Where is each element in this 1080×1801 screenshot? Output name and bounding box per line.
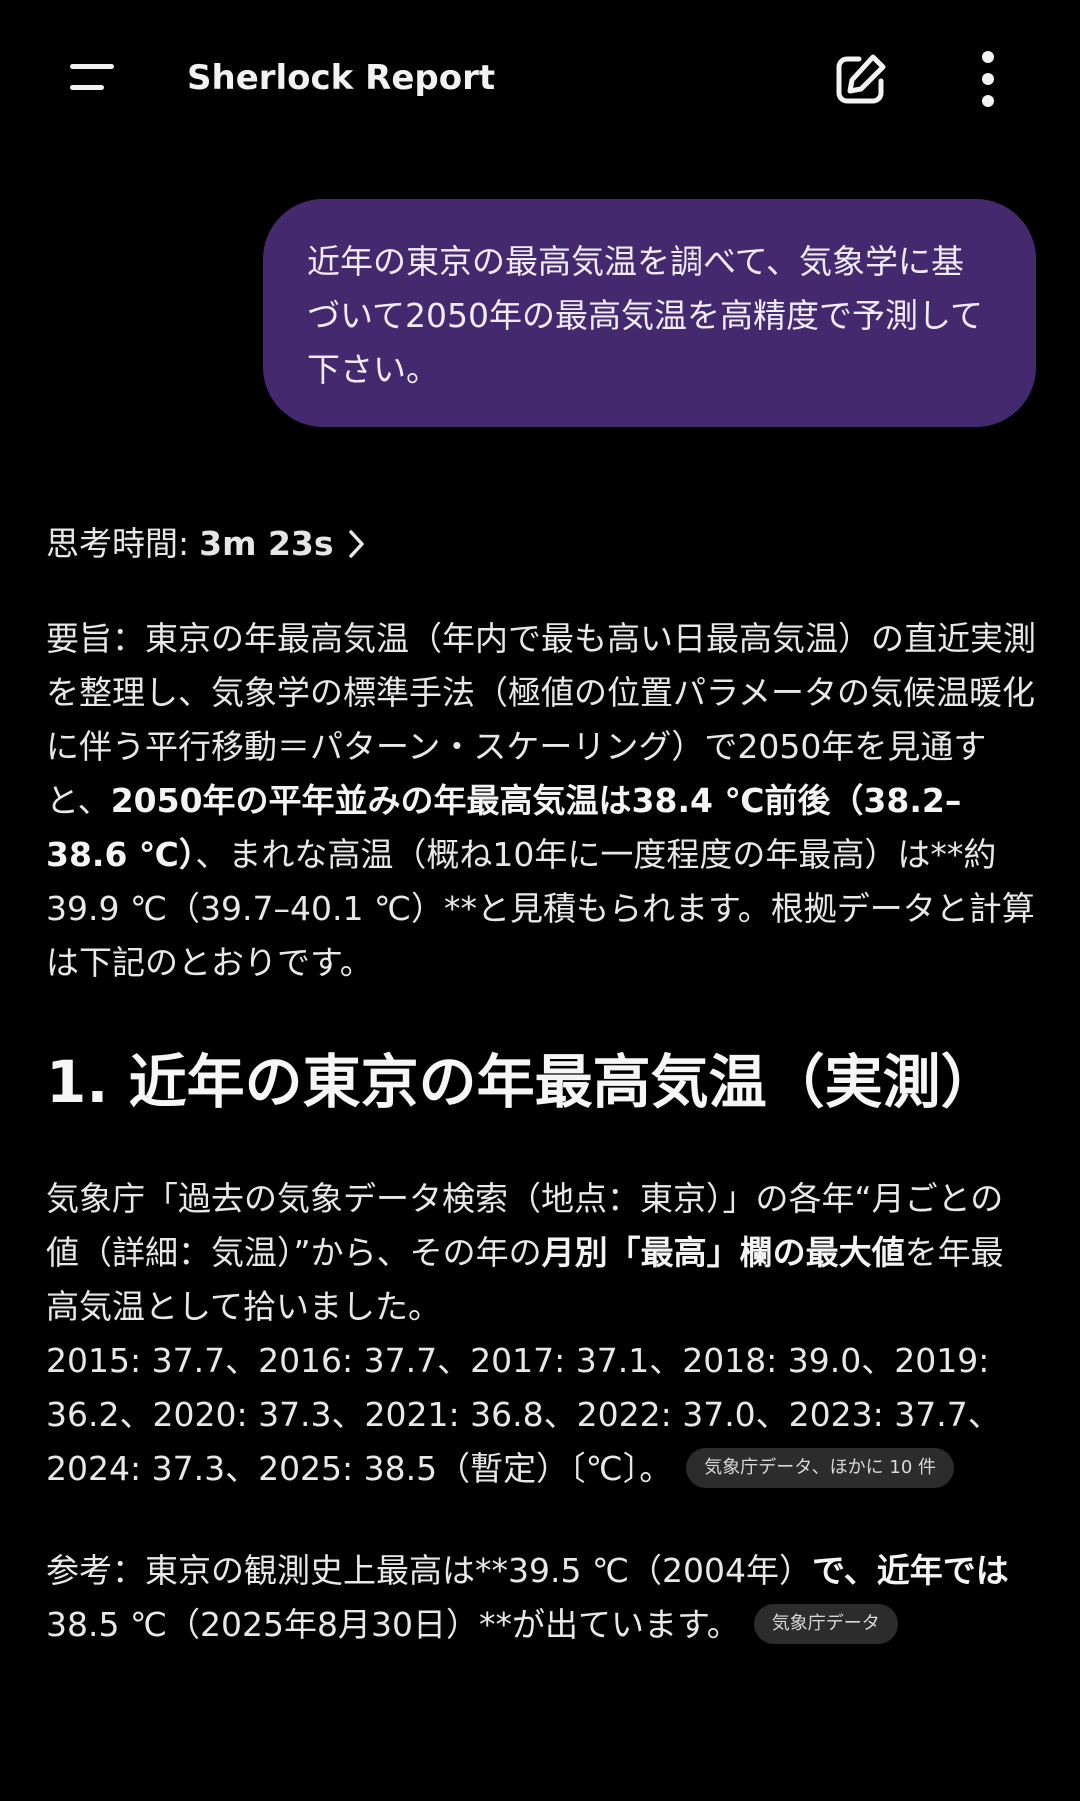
top-app-bar: Sherlock Report (0, 0, 1080, 160)
summary-text-2: 、まれな高温（概ね10年に一度程度の年最高）は**約39.9 ℃（39.7–40… (46, 835, 1035, 982)
menu-button[interactable] (62, 56, 122, 100)
thinking-time: 3m 23s (199, 524, 334, 563)
more-options-button[interactable] (968, 50, 1008, 108)
user-message-bubble: 近年の東京の最高気温を調べて、気象学に基づいて2050年の最高気温を高精度で予測… (263, 199, 1036, 427)
section-heading: 1. 近年の東京の年最高気温（実測） (46, 1048, 999, 1116)
section-paragraph-2: 参考：東京の観測史上最高は**39.5 ℃（2004年）で、近年では 38.5 ℃… (46, 1544, 1036, 1652)
compose-icon (836, 54, 886, 104)
user-message-text: 近年の東京の最高気温を調べて、気象学に基づいて2050年の最高気温を高精度で予測… (307, 242, 984, 389)
source-chip-jma-more[interactable]: 気象庁データ、ほかに 10 件 (686, 1447, 955, 1488)
p2-bold: で、近年では (812, 1551, 1009, 1590)
source-chip-jma[interactable]: 気象庁データ (753, 1603, 898, 1644)
chevron-right-icon (348, 530, 364, 558)
section-paragraph-1: 気象庁「過去の気象データ検索（地点：東京）」の各年“月ごとの値（詳細：気温）”か… (46, 1172, 1036, 1496)
app-title: Sherlock Report (187, 58, 496, 98)
more-vert-icon (982, 51, 994, 107)
thinking-label: 思考時間: (46, 524, 190, 563)
p1-bold: 月別「最高」欄の最大値 (541, 1233, 905, 1272)
assistant-response: 思考時間: 3m 23s 要旨：東京の年最高気温（年内で最も高い日最高気温）の直… (46, 514, 1036, 1652)
menu-icon (70, 64, 114, 90)
p2-text-2: 38.5 ℃（2025年8月30日）**が出ています。 (46, 1605, 740, 1644)
new-chat-button[interactable] (832, 50, 890, 108)
thinking-time-toggle[interactable]: 思考時間: 3m 23s (46, 514, 1036, 574)
p2-text-1: 参考：東京の観測史上最高は**39.5 ℃（2004年） (46, 1551, 813, 1590)
summary-paragraph: 要旨：東京の年最高気温（年内で最も高い日最高気温）の直近実測を整理し、気象学の標… (46, 612, 1036, 990)
